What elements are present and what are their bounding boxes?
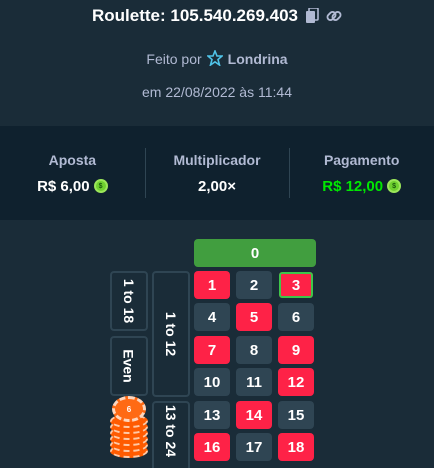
- bet-details-header: Roulette: 105.540.269.403 Feito por Lond…: [0, 0, 434, 126]
- number-zero[interactable]: 0: [194, 239, 316, 267]
- payout-label: Pagamento: [323, 151, 400, 168]
- stat-bet: Aposta R$ 6,00 $: [0, 126, 145, 220]
- bet-even[interactable]: Even: [110, 336, 148, 396]
- number-14[interactable]: 14: [236, 401, 272, 429]
- stat-payout: Pagamento R$ 12,00 $: [289, 126, 434, 220]
- bet-dozen-2[interactable]: 13 to 24: [152, 401, 190, 468]
- chip-stack[interactable]: 6: [110, 396, 148, 462]
- number-16[interactable]: 16: [194, 433, 230, 461]
- multiplier-label: Multiplicador: [173, 151, 261, 168]
- number-8[interactable]: 8: [236, 336, 272, 364]
- bet-even-label: Even: [121, 349, 137, 383]
- stat-multiplier: Multiplicador 2,00×: [144, 126, 290, 220]
- link-icon[interactable]: [326, 8, 342, 24]
- multiplier-value-row: 2,00×: [198, 178, 236, 195]
- bet-dozen-2-label: 13 to 24: [163, 404, 180, 458]
- made-by-label: Feito por: [146, 51, 202, 67]
- multiplier-value: 2,00×: [198, 177, 236, 195]
- bet-value-row: R$ 6,00 $: [37, 178, 108, 195]
- number-7[interactable]: 7: [194, 336, 230, 364]
- bet-value: R$ 6,00: [37, 177, 90, 195]
- payout-value: R$ 12,00: [322, 177, 384, 195]
- number-18[interactable]: 18: [278, 433, 314, 461]
- number-15[interactable]: 15: [278, 401, 314, 429]
- bet-1-to-18-label: 1 to 18: [121, 278, 138, 324]
- number-9[interactable]: 9: [278, 336, 314, 364]
- number-1[interactable]: 1: [194, 271, 230, 299]
- number-6[interactable]: 6: [278, 303, 314, 331]
- number-5[interactable]: 5: [236, 303, 272, 331]
- made-by-row: Feito por Londrina: [0, 48, 434, 70]
- copy-icon[interactable]: [304, 8, 320, 24]
- number-17[interactable]: 17: [236, 433, 272, 461]
- bet-dozen-1[interactable]: 1 to 12: [152, 271, 190, 397]
- bet-1-to-18[interactable]: 1 to 18: [110, 271, 148, 331]
- title-row: Roulette: 105.540.269.403: [0, 4, 434, 28]
- number-12[interactable]: 12: [278, 368, 314, 396]
- number-2[interactable]: 2: [236, 271, 272, 299]
- payout-value-row: R$ 12,00 $: [322, 177, 402, 195]
- coin-icon: $: [93, 179, 108, 193]
- bet-date: em 22/08/2022 às 11:44: [142, 84, 292, 100]
- number-4[interactable]: 4: [194, 303, 230, 331]
- vip-star-icon: [205, 48, 224, 69]
- bet-label: Aposta: [48, 151, 97, 168]
- number-3[interactable]: 3: [278, 271, 314, 299]
- number-13[interactable]: 13: [194, 401, 230, 429]
- number-10[interactable]: 10: [194, 368, 230, 396]
- bet-stats-panel: Aposta R$ 6,00 $ Multiplicador 2,00× Pag…: [0, 126, 434, 220]
- coin-icon: $: [387, 179, 402, 193]
- number-11[interactable]: 11: [236, 368, 272, 396]
- username-link[interactable]: Londrina: [228, 51, 288, 67]
- chip-value: 6: [112, 396, 146, 422]
- bet-dozen-1-label: 1 to 12: [163, 311, 180, 357]
- game-title: Roulette: 105.540.269.403: [91, 6, 298, 25]
